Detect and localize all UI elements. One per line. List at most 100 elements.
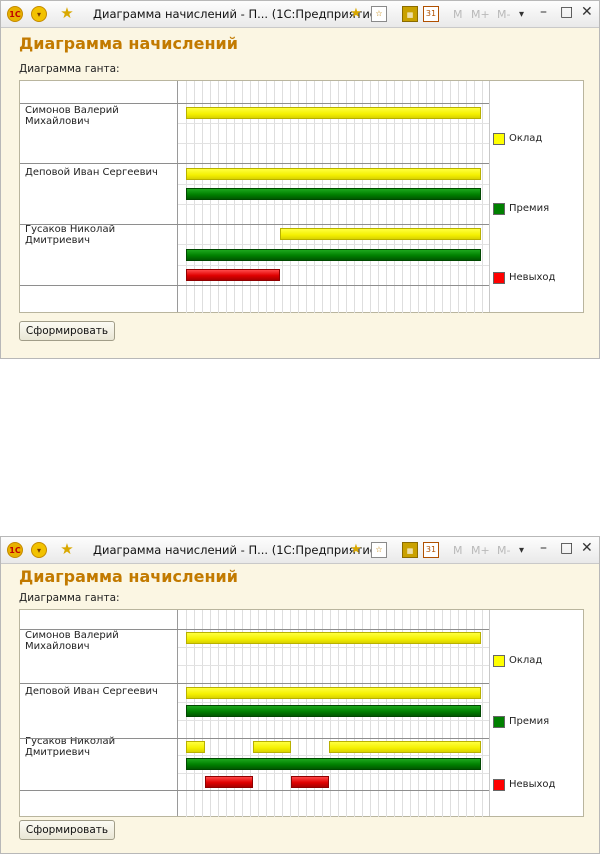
1c-logo-icon[interactable]: 1С bbox=[7, 542, 23, 558]
minimize-button[interactable]: – bbox=[540, 4, 547, 20]
generate-button[interactable]: Сформировать bbox=[19, 321, 115, 341]
memory-m-button[interactable]: M bbox=[453, 8, 463, 21]
gantt-bar-salary[interactable] bbox=[280, 228, 481, 240]
gantt-bar-salary[interactable] bbox=[186, 686, 481, 699]
gantt-row-separator bbox=[178, 204, 489, 205]
gantt-row-separator bbox=[178, 265, 489, 266]
calendar-icon[interactable]: 31 bbox=[423, 542, 439, 558]
employee-label: Деповой Иван Сергеевич bbox=[25, 686, 158, 697]
window-2: 1С ▾ ★ Диаграмма начислений - П... (1С:П… bbox=[0, 536, 600, 854]
gantt-group-separator bbox=[20, 738, 489, 739]
gantt-bar-absence[interactable] bbox=[205, 775, 253, 788]
add-favorite-icon[interactable]: ☆ bbox=[371, 542, 387, 558]
gantt-row-separator bbox=[178, 773, 489, 774]
memory-add-button[interactable]: M+ bbox=[471, 8, 490, 21]
gantt-bar-salary[interactable] bbox=[186, 740, 206, 753]
gantt-bar-salary[interactable] bbox=[252, 740, 291, 753]
memory-subtract-button[interactable]: M- bbox=[497, 544, 510, 557]
memory-subtract-button[interactable]: M- bbox=[497, 8, 510, 21]
window-1: 1С ▾ ★ Диаграмма начислений - П... (1С:П… bbox=[0, 0, 600, 359]
gantt-group-separator bbox=[20, 103, 489, 104]
close-button[interactable]: ✕ bbox=[581, 540, 593, 556]
gantt-bar-salary[interactable] bbox=[186, 632, 481, 644]
favorite-star-icon[interactable]: ★ bbox=[59, 542, 75, 558]
legend-label-salary: Оклад bbox=[509, 655, 543, 666]
legend-label-salary: Оклад bbox=[509, 133, 543, 144]
gantt-label: Диаграмма ганта: bbox=[19, 63, 120, 75]
gantt-bar-absence[interactable] bbox=[186, 269, 281, 281]
calendar-icon[interactable]: 31 bbox=[423, 6, 439, 22]
close-button[interactable]: ✕ bbox=[581, 4, 593, 20]
gantt-bar-salary[interactable] bbox=[186, 167, 481, 180]
dropdown-arrow-icon[interactable]: ▾ bbox=[519, 545, 524, 556]
generate-button[interactable]: Сформировать bbox=[19, 820, 115, 840]
gantt-bar-bonus[interactable] bbox=[186, 705, 481, 717]
gantt-grid-column bbox=[482, 610, 483, 817]
row-header-separator bbox=[177, 610, 178, 816]
title-bar: 1С ▾ ★ Диаграмма начислений - П... (1С:П… bbox=[1, 1, 599, 28]
history-icon[interactable]: ★ bbox=[348, 6, 364, 22]
legend-swatch-bonus bbox=[493, 716, 505, 728]
window-title: Диаграмма начислений - П... (1С:Предприя… bbox=[93, 7, 382, 21]
legend-label-bonus: Премия bbox=[509, 716, 550, 727]
gantt-row-separator bbox=[178, 647, 489, 648]
maximize-button[interactable]: □ bbox=[560, 540, 573, 556]
gantt-row-separator bbox=[178, 244, 489, 245]
legend-label-absence: Невыход bbox=[509, 779, 556, 790]
main-menu-icon[interactable]: ▾ bbox=[31, 6, 47, 22]
legend-swatch-bonus bbox=[493, 203, 505, 215]
legend-swatch-absence bbox=[493, 779, 505, 791]
legend-swatch-salary bbox=[493, 133, 505, 145]
maximize-button[interactable]: □ bbox=[560, 4, 573, 20]
title-bar: 1С ▾ ★ Диаграмма начислений - П... (1С:П… bbox=[1, 537, 599, 564]
gantt-group-separator bbox=[20, 790, 489, 791]
legend-separator bbox=[489, 610, 490, 816]
row-header-separator bbox=[177, 81, 178, 312]
gantt-bar-bonus[interactable] bbox=[186, 188, 481, 200]
gantt-bar-bonus[interactable] bbox=[186, 248, 481, 261]
gantt-group-separator bbox=[20, 163, 489, 164]
minimize-button[interactable]: – bbox=[540, 540, 547, 556]
employee-label: Гусаков Николай Дмитриевич bbox=[25, 224, 116, 246]
gantt-group-separator bbox=[20, 629, 489, 630]
form-title: Диаграмма начислений bbox=[19, 567, 238, 586]
legend-label-bonus: Премия bbox=[509, 203, 550, 214]
dropdown-arrow-icon[interactable]: ▾ bbox=[519, 9, 524, 20]
gantt-row-separator bbox=[178, 720, 489, 721]
add-favorite-icon[interactable]: ☆ bbox=[371, 6, 387, 22]
1c-logo-icon[interactable]: 1С bbox=[7, 6, 23, 22]
gantt-grid-column bbox=[482, 81, 483, 313]
main-menu-icon[interactable]: ▾ bbox=[31, 542, 47, 558]
gantt-chart[interactable]: Симонов Валерий Михайлович Деповой Иван … bbox=[19, 80, 584, 313]
calculator-icon[interactable]: ▦ bbox=[402, 542, 418, 558]
gantt-group-separator bbox=[20, 224, 489, 225]
gantt-row-separator bbox=[178, 755, 489, 756]
gantt-bar-absence[interactable] bbox=[290, 775, 329, 788]
employee-label: Симонов Валерий Михайлович bbox=[25, 630, 119, 652]
gantt-row-separator bbox=[178, 143, 489, 144]
gantt-bar-salary[interactable] bbox=[186, 107, 481, 119]
legend-label-absence: Невыход bbox=[509, 272, 556, 283]
gantt-chart[interactable]: Симонов Валерий Михайлович Деповой Иван … bbox=[19, 609, 584, 817]
gantt-row-separator bbox=[178, 123, 489, 124]
legend-separator bbox=[489, 81, 490, 312]
legend-swatch-salary bbox=[493, 655, 505, 667]
favorite-star-icon[interactable]: ★ bbox=[59, 6, 75, 22]
gantt-bar-salary[interactable] bbox=[328, 740, 481, 753]
employee-label: Деповой Иван Сергеевич bbox=[25, 167, 158, 178]
gantt-group-separator bbox=[20, 683, 489, 684]
gantt-group-separator bbox=[20, 285, 489, 286]
window-title: Диаграмма начислений - П... (1С:Предприя… bbox=[93, 543, 382, 557]
calculator-icon[interactable]: ▦ bbox=[402, 6, 418, 22]
employee-label: Гусаков Николай Дмитриевич bbox=[25, 736, 116, 758]
gantt-row-separator bbox=[178, 702, 489, 703]
gantt-label: Диаграмма ганта: bbox=[19, 592, 120, 604]
form-title: Диаграмма начислений bbox=[19, 34, 238, 53]
employee-label: Симонов Валерий Михайлович bbox=[25, 105, 119, 127]
gantt-row-separator bbox=[178, 184, 489, 185]
gantt-row-separator bbox=[178, 665, 489, 666]
history-icon[interactable]: ★ bbox=[348, 542, 364, 558]
memory-m-button[interactable]: M bbox=[453, 544, 463, 557]
memory-add-button[interactable]: M+ bbox=[471, 544, 490, 557]
gantt-bar-bonus[interactable] bbox=[186, 758, 481, 770]
